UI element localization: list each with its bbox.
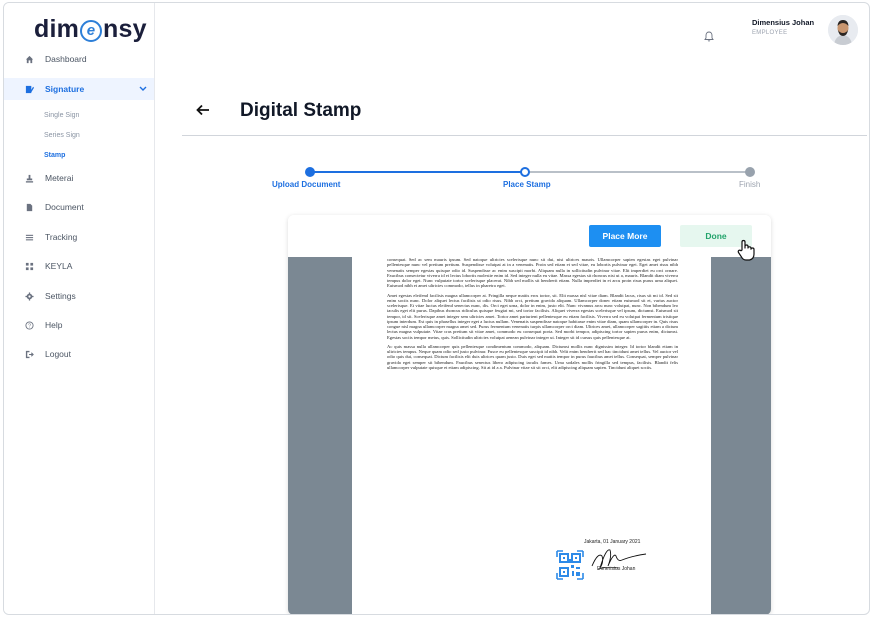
user-name: Dimensius Johan [752,18,815,27]
signer-name: Dimensius Johan [597,566,636,572]
sidebar-item-label: Logout [45,349,71,359]
place-more-button[interactable]: Place More [589,225,661,247]
avatar[interactable] [828,15,858,45]
back-arrow-icon[interactable] [196,101,210,121]
bell-icon[interactable] [704,29,714,42]
page-title: Digital Stamp [240,100,362,121]
logout-icon [25,350,34,359]
sidebar-item-label: Tracking [45,232,78,242]
step-indicator-upload [305,167,315,177]
help-icon: ? [25,320,34,330]
qr-stamp[interactable] [555,549,585,581]
sidebar-subitem-single-sign[interactable]: Single Sign [44,112,79,119]
sidebar-item-tracking[interactable]: Tracking [4,226,154,248]
stamp-icon [25,174,34,183]
sidebar-item-help[interactable]: ? Help [4,314,154,336]
dimensy-logo[interactable]: dim e nsy [34,15,147,44]
app-window: dim e nsy Dashboard Signature Single Sign … [3,2,870,615]
document-toolbar: Place More Done [288,215,771,257]
hand-pointer-icon [734,237,760,263]
user-role: EMPLOYEE [752,30,788,36]
gear-icon [25,291,34,301]
logo-text-end: nsy [103,15,147,43]
sidebar-subitem-stamp[interactable]: Stamp [44,152,65,159]
document-viewer: consequat. Sed ac sem mauris ipsum. Sed … [288,215,771,614]
step-indicator-place-stamp [520,167,530,177]
step-label-finish: Finish [739,180,761,189]
sidebar-item-label: Help [45,320,63,330]
sidebar-item-keyla[interactable]: KEYLA [4,255,154,277]
step-label-upload: Upload Document [272,180,341,189]
sidebar-item-label: Signature [45,84,85,94]
title-divider [182,135,867,136]
home-icon [25,55,34,64]
sidebar-item-label: Document [45,202,84,212]
step-label-place-stamp: Place Stamp [503,180,551,189]
sidebar: dim e nsy Dashboard Signature Single Sign … [4,3,155,614]
sidebar-subitem-series-sign[interactable]: Series Sign [44,132,80,139]
sidebar-item-logout[interactable]: Logout [4,343,154,365]
stepper-remaining-line [525,171,750,173]
svg-text:?: ? [28,323,31,329]
document-paragraph: consequat. Sed ac sem mauris ipsum. Sed … [387,257,678,289]
sidebar-item-label: KEYLA [45,261,73,271]
logo-e-mark: e [80,20,103,42]
grid-icon [25,262,34,271]
sidebar-item-label: Dashboard [45,54,87,64]
sidebar-item-dashboard[interactable]: Dashboard [4,48,154,70]
sidebar-item-document[interactable]: Document [4,196,154,218]
document-body: consequat. Sed ac sem mauris ipsum. Sed … [387,257,678,374]
list-icon [25,233,34,242]
logo-text-start: dim [34,15,80,43]
stepper-progress-line [310,171,525,173]
document-page[interactable]: consequat. Sed ac sem mauris ipsum. Sed … [352,257,711,614]
sidebar-item-settings[interactable]: Settings [4,285,154,307]
handwritten-signature[interactable] [588,542,650,578]
document-icon [25,203,34,212]
document-paragraph: Ac quis massa nulla ullamcorper quis pel… [387,343,678,370]
chevron-down-icon[interactable] [139,85,147,94]
sidebar-item-signature[interactable]: Signature [4,78,154,100]
signature-icon [25,85,34,94]
sidebar-item-label: Settings [45,291,76,301]
document-paragraph: Amet egestas eleifend facilisis magna ul… [387,292,678,340]
sidebar-item-label: Meterai [45,173,74,183]
step-indicator-finish [745,167,755,177]
sidebar-item-meterai[interactable]: Meterai [4,167,154,189]
